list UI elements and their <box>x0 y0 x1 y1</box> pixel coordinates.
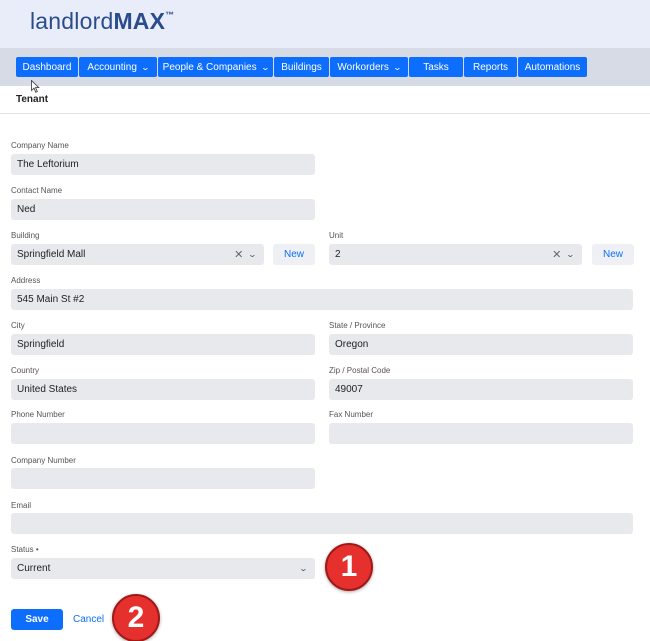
main-navbar: Dashboard Accounting ⌄ People & Companies… <box>0 48 650 86</box>
save-button[interactable]: Save <box>11 609 63 630</box>
fax-input[interactable] <box>329 423 633 444</box>
mouse-cursor-icon <box>31 80 40 93</box>
building-label: Building <box>11 231 40 240</box>
chevron-down-icon: ⌄ <box>140 62 150 72</box>
chevron-down-icon[interactable]: ⌄ <box>248 250 257 259</box>
annotation-badge-1: 1 <box>325 543 373 591</box>
address-input[interactable]: 545 Main St #2 <box>11 289 633 310</box>
new-building-button[interactable]: New <box>273 244 315 265</box>
city-label: City <box>11 321 25 330</box>
city-input[interactable]: Springfield <box>11 334 315 355</box>
annotation-badge-2: 2 <box>112 594 160 641</box>
contact-name-input[interactable]: Ned <box>11 199 315 220</box>
landlordmax-logo[interactable]: landlordMAX™ <box>30 8 174 35</box>
clear-icon[interactable]: ✕ <box>552 248 561 261</box>
chevron-down-icon[interactable]: ⌄ <box>566 250 575 259</box>
unit-select[interactable]: 2 ✕ ⌄ <box>329 244 582 265</box>
clear-icon[interactable]: ✕ <box>234 248 243 261</box>
building-select[interactable]: Springfield Mall ✕ ⌄ <box>11 244 264 265</box>
nav-workorders[interactable]: Workorders ⌄ <box>330 57 408 77</box>
address-label: Address <box>11 276 41 285</box>
country-label: Country <box>11 366 40 375</box>
nav-dashboard[interactable]: Dashboard <box>16 57 78 77</box>
company-number-label: Company Number <box>11 456 76 465</box>
app-header: landlordMAX™ <box>0 0 650 48</box>
company-number-input[interactable] <box>11 468 315 489</box>
nav-automations[interactable]: Automations <box>518 57 587 77</box>
unit-label: Unit <box>329 231 344 240</box>
company-name-input[interactable]: The Leftorium <box>11 154 315 175</box>
zip-input[interactable]: 49007 <box>329 379 633 400</box>
phone-input[interactable] <box>11 423 315 444</box>
fax-label: Fax Number <box>329 410 374 419</box>
email-label: Email <box>11 501 32 510</box>
nav-buildings[interactable]: Buildings <box>274 57 329 77</box>
status-label: Status • <box>11 545 39 554</box>
phone-label: Phone Number <box>11 410 65 419</box>
nav-reports[interactable]: Reports <box>464 57 517 77</box>
country-input[interactable]: United States <box>11 379 315 400</box>
zip-label: Zip / Postal Code <box>329 366 391 375</box>
cancel-link[interactable]: Cancel <box>73 614 104 625</box>
chevron-down-icon: ⌄ <box>260 62 270 72</box>
email-input[interactable] <box>11 513 633 534</box>
company-name-label: Company Name <box>11 141 69 150</box>
page-title: Tenant <box>16 94 49 105</box>
state-label: State / Province <box>329 321 386 330</box>
new-unit-button[interactable]: New <box>592 244 634 265</box>
nav-accounting[interactable]: Accounting ⌄ <box>79 57 157 77</box>
nav-tasks[interactable]: Tasks <box>409 57 463 77</box>
contact-name-label: Contact Name <box>11 186 63 195</box>
chevron-down-icon[interactable]: ⌄ <box>299 564 308 573</box>
state-input[interactable]: Oregon <box>329 334 633 355</box>
status-select[interactable]: Current ⌄ <box>11 558 315 579</box>
nav-people-companies[interactable]: People & Companies ⌄ <box>158 57 273 77</box>
divider <box>0 113 650 114</box>
chevron-down-icon: ⌄ <box>392 62 402 72</box>
